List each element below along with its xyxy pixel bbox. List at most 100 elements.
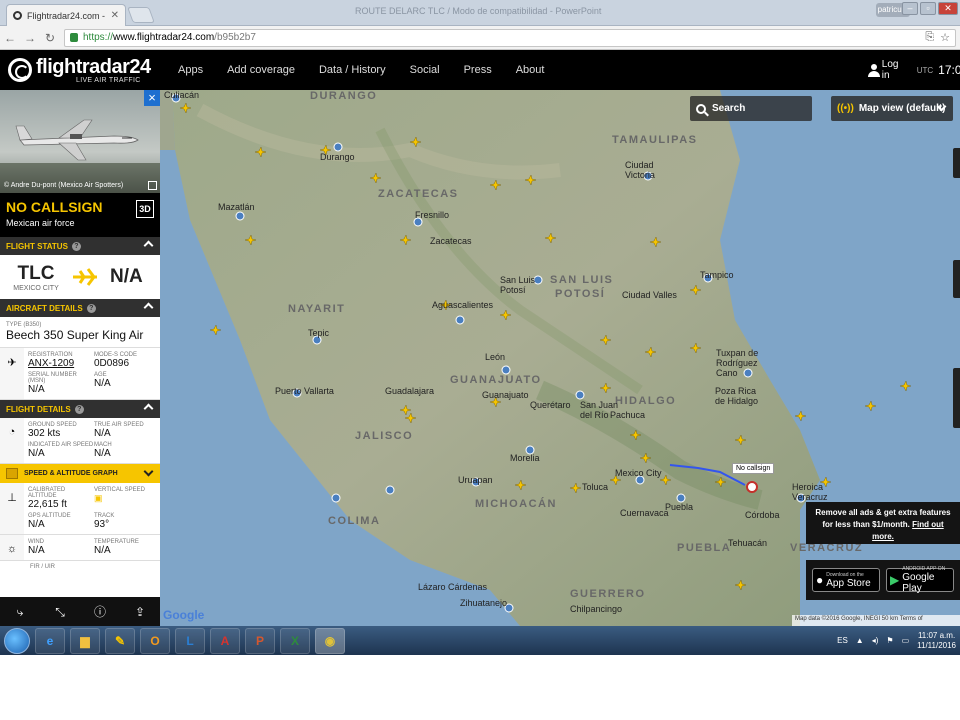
selected-flight-label[interactable]: No callsign (732, 463, 775, 474)
share-icon[interactable]: ⇪ (131, 603, 149, 621)
fir-label: FIR / UIR (0, 561, 160, 575)
tray-arrow-icon[interactable]: ▲ (856, 636, 864, 645)
flight-details-header[interactable]: FLIGHT DETAILS ? (0, 400, 160, 418)
clock[interactable]: 11:07 a.m. 11/11/2016 (917, 631, 956, 651)
map-view-dropdown[interactable]: ((•)) Map view (default) (831, 96, 953, 121)
map-city-label: Fresnillo (415, 210, 450, 220)
map-city-label: Puebla (665, 502, 694, 512)
reload-icon[interactable]: ↻ (44, 31, 56, 45)
speedometer-icon: ◔ (0, 418, 24, 463)
close-window-button[interactable]: ✕ (938, 2, 958, 15)
menu-add-coverage[interactable]: Add coverage (227, 64, 295, 76)
map-city-label: Córdoba (745, 510, 780, 520)
wind-value: N/A (28, 545, 45, 556)
menu-data-history[interactable]: Data / History (319, 64, 386, 76)
altitude-icon: ⊥ (0, 483, 24, 534)
map-view-label: Map view (default) (858, 103, 946, 114)
flag-icon[interactable]: ⚑ (886, 636, 893, 645)
help-icon[interactable]: ? (74, 404, 84, 414)
map-city-label: Querétaro (530, 400, 571, 410)
flight-status-header[interactable]: FLIGHT STATUS ? (0, 237, 160, 255)
map-city-label: Puerto Vallarta (275, 386, 334, 396)
play-icon: ▶ (890, 573, 900, 587)
aircraft-image (15, 119, 139, 161)
login-area: Log in UTC 17:0 (868, 50, 960, 90)
forward-arrow-icon[interactable]: → (24, 31, 36, 45)
explorer-icon[interactable]: ▆ (70, 627, 100, 654)
monitor-icon[interactable]: ▭ (902, 636, 910, 645)
route-icon[interactable]: ⤷ (11, 603, 29, 621)
map-state-label: JALISCO (355, 430, 414, 442)
expand-photo-icon[interactable] (148, 181, 157, 190)
logo-name: flightradar24 (36, 55, 151, 78)
registration-value[interactable]: ANX-1209 (28, 358, 94, 369)
menu-about[interactable]: About (516, 64, 545, 76)
true-airspeed-value: N/A (94, 428, 111, 439)
map-state-label: ZACATECAS (378, 188, 459, 200)
fr24-logo[interactable]: flightradar24 LIVE AIR TRAFFIC (0, 57, 172, 84)
google-play-badge[interactable]: ▶ ANDROID APP ON Google Play (886, 566, 954, 594)
new-tab-button[interactable] (127, 7, 155, 23)
url-scheme: https:// (83, 32, 114, 43)
weather-grid: ☼ WIND N/A TEMPERATURE N/A (0, 535, 160, 561)
close-icon[interactable]: × (144, 90, 160, 106)
maximize-button[interactable]: ▫ (920, 2, 936, 15)
windows-taskbar: e ▆ ✎ O L A P X ◉ ES ▲ ◂) ⚑ ▭ 11:07 a.m.… (0, 626, 960, 655)
app-store-badge[interactable]: ● Download on the App Store (812, 568, 880, 592)
sidebar-toolbar: ⤷ ⤡ ⓘ ⇪ (0, 597, 160, 627)
modes-value: 0D0896 (94, 358, 130, 369)
aircraft-details-header[interactable]: AIRCRAFT DETAILS ? (0, 299, 160, 317)
url-field[interactable]: https://www.flightradar24.com/b95b2b7 ⎘ … (64, 28, 956, 47)
volume-icon[interactable]: ◂) (872, 636, 879, 645)
ie-icon[interactable]: e (35, 627, 65, 654)
callsign-block: NO CALLSIGN Mexican air force 3D (0, 193, 160, 237)
menu-social[interactable]: Social (410, 64, 440, 76)
map-side-control[interactable] (953, 148, 960, 178)
map-city-label: Morelia (510, 453, 540, 463)
lync-icon[interactable]: L (175, 627, 205, 654)
flight-status-title: FLIGHT STATUS (6, 241, 68, 251)
radar-logo-icon (8, 58, 32, 82)
flight-details-title: FLIGHT DETAILS (6, 404, 71, 414)
flight-map[interactable]: DURANGO ZACATECAS TAMAULIPAS NAYARIT SAN… (160, 90, 960, 626)
aircraft-photo[interactable]: × © Andre Du-pont (Mexico Air Spotters) (0, 90, 160, 193)
google-logo: Google (163, 608, 205, 622)
language-indicator[interactable]: ES (837, 636, 848, 645)
login-link[interactable]: Log in (882, 59, 902, 81)
speed-altitude-graph-toggle[interactable]: SPEED & ALTITUDE GRAPH (0, 464, 160, 483)
map-search-button[interactable]: Search (690, 96, 812, 121)
windows-start-button[interactable] (4, 627, 30, 654)
appstore-name: App Store (826, 577, 871, 589)
powerpoint-icon[interactable]: P (245, 627, 275, 654)
map-side-control[interactable] (953, 368, 960, 428)
map-state-label: PUEBLA (677, 542, 732, 554)
help-icon[interactable]: ? (71, 241, 81, 251)
acrobat-icon[interactable]: A (210, 627, 240, 654)
tab-close-icon[interactable]: ✕ (111, 10, 119, 21)
app-icon[interactable]: ✎ (105, 627, 135, 654)
excel-icon[interactable]: X (280, 627, 310, 654)
fullscreen-icon[interactable]: ⤡ (51, 603, 69, 621)
view-3d-button[interactable]: 3D (136, 200, 154, 218)
outlook-icon[interactable]: O (140, 627, 170, 654)
map-state-label: SAN LUIS (550, 274, 614, 286)
chrome-icon[interactable]: ◉ (315, 627, 345, 654)
map-city-label: Guadalajara (385, 386, 435, 396)
origin-code[interactable]: TLC (4, 263, 68, 285)
aircraft-icon: ✈ (0, 348, 24, 399)
padlock-icon: ▣ (94, 493, 103, 503)
menu-apps[interactable]: Apps (178, 64, 203, 76)
help-icon[interactable]: ? (86, 303, 96, 313)
translate-icon[interactable]: ⎘ (925, 31, 934, 44)
mach-value: N/A (94, 448, 111, 459)
map-side-control[interactable] (953, 260, 960, 298)
browser-tab[interactable]: Flightradar24.com - Live ✕ (6, 4, 126, 26)
back-arrow-icon[interactable]: ← (4, 31, 16, 45)
minimize-button[interactable]: – (902, 2, 918, 15)
alert-icon[interactable]: ⓘ (91, 603, 109, 621)
graph-icon (6, 468, 18, 479)
bookmark-star-icon[interactable]: ☆ (940, 31, 950, 44)
menu-press[interactable]: Press (464, 64, 492, 76)
tab-title: Flightradar24.com - Live (27, 10, 106, 21)
map-state-label: DURANGO (310, 90, 378, 102)
